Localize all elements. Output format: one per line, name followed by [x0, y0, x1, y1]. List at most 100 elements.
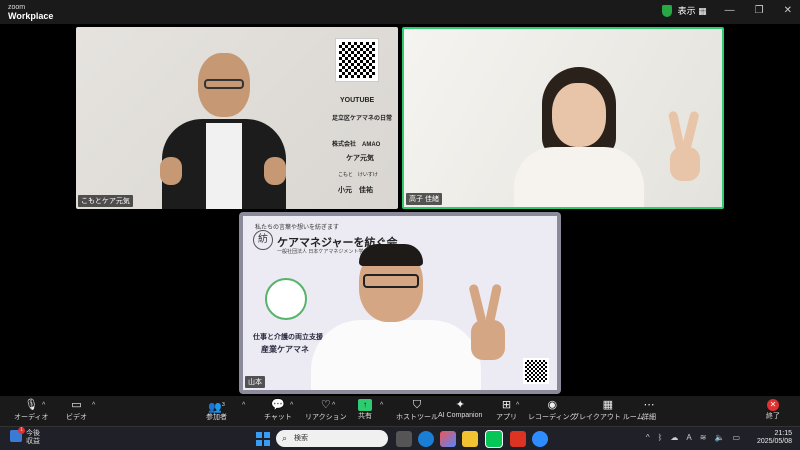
- shield-icon: ⛉: [412, 399, 422, 411]
- share-options-caret[interactable]: ^: [380, 402, 383, 409]
- close-icon[interactable]: ✕: [784, 5, 792, 16]
- widgets-badge: 1: [18, 427, 25, 434]
- zoom-logo: zoom Workplace: [8, 3, 53, 21]
- audio-label: オーディオ: [14, 414, 49, 421]
- taskbar-search[interactable]: ⌕ 検索: [276, 430, 388, 447]
- minimize-icon[interactable]: —: [725, 5, 735, 16]
- widgets-line-2: 収益: [26, 438, 40, 445]
- more-label: 詳細: [642, 414, 656, 421]
- breakout-label: ブレイクアウト ルーム: [572, 414, 644, 421]
- search-icon: ⌕: [282, 433, 288, 443]
- bluetooth-icon[interactable]: ᛒ: [658, 433, 663, 442]
- tray-overflow-icon[interactable]: ^: [646, 433, 650, 442]
- battery-icon[interactable]: ▭: [732, 433, 740, 442]
- chat-button[interactable]: 💬 チャット: [264, 398, 292, 422]
- record-icon: ◉: [547, 399, 558, 411]
- zoom-app-icon[interactable]: [532, 431, 548, 447]
- copilot-icon[interactable]: [440, 431, 456, 447]
- reactions-button[interactable]: ♡ リアクション: [305, 398, 347, 422]
- share-button[interactable]: ↑ 共有: [358, 398, 372, 421]
- host-tools-button[interactable]: ⛉ ホストツール: [396, 398, 438, 422]
- participants-options-caret[interactable]: ^: [242, 402, 245, 409]
- widgets-button[interactable]: 1 今後 収益: [10, 427, 40, 446]
- end-label: 終了: [766, 413, 780, 420]
- apps-label: アプリ: [496, 414, 517, 421]
- participants-count: 3: [221, 402, 225, 408]
- view-button[interactable]: 表示 ▦: [678, 4, 707, 17]
- grid-icon: ▦: [698, 6, 707, 16]
- onedrive-icon[interactable]: ☁: [670, 433, 678, 442]
- line-icon[interactable]: [485, 430, 503, 448]
- chat-label: チャット: [264, 414, 292, 421]
- participants-icon: 👥3: [208, 401, 225, 414]
- record-button[interactable]: ◉ レコーディング: [528, 398, 577, 422]
- title-bar: zoom Workplace 表示 ▦ — ❐ ✕: [0, 0, 800, 24]
- clock-time: 21:15: [774, 430, 792, 437]
- participant-name-2: 高子 佳緒: [406, 193, 442, 205]
- meeting-toolbar: 🎙 オーディオ ^ ▭ ビデオ ^ 👥3 参加者 ^ 💬 チャット ^ ♡ リア…: [0, 396, 800, 426]
- record-label: レコーディング: [528, 414, 577, 421]
- channel-label: 足立区ケアマネの日常: [332, 116, 393, 122]
- video-tile-3[interactable]: 私たちの言葉や想いを紡ぎます 紡 ケアマネジャーを紡ぐ会 一般社団法人 日本ケア…: [239, 212, 561, 394]
- apps-icon: ⊞: [501, 399, 512, 411]
- chat-icon: 💬: [271, 399, 285, 411]
- ai-companion-button[interactable]: ✦ AI Companion: [438, 398, 482, 419]
- search-placeholder: 検索: [294, 435, 308, 442]
- participant-name-3: 山本: [245, 376, 265, 388]
- video-tile-1[interactable]: YOUTUBE 足立区ケアマネの日常 株式会社 AMAO ケア元気 こもと けい…: [76, 27, 398, 209]
- maximize-icon[interactable]: ❐: [755, 5, 764, 16]
- end-meeting-button[interactable]: ✕ 終了: [766, 398, 780, 421]
- widgets-icon: 1: [10, 427, 25, 442]
- logo-bottom-text: Workplace: [8, 11, 54, 21]
- audio-options-caret[interactable]: ^: [42, 402, 45, 409]
- windows-taskbar: 1 今後 収益 ⌕ 検索 ^ ᛒ ☁ A ≋ 🔈 ▭ 21:15 2025/05…: [0, 426, 800, 450]
- kana-label: こもと けいすけ: [338, 172, 378, 178]
- volume-icon[interactable]: 🔈: [714, 433, 724, 442]
- breakout-icon: ▦: [602, 399, 613, 411]
- share-label: 共有: [358, 413, 372, 420]
- heart-icon: ♡: [320, 399, 331, 411]
- more-button[interactable]: ⋯ 詳細: [642, 398, 656, 422]
- security-shield-icon[interactable]: [661, 4, 672, 17]
- file-explorer-icon[interactable]: [462, 431, 478, 447]
- clock[interactable]: 21:15 2025/05/08: [757, 430, 792, 446]
- sparkle-icon: ✦: [455, 399, 465, 411]
- apps-options-caret[interactable]: ^: [516, 402, 519, 409]
- qr-code-icon: [335, 38, 379, 82]
- microphone-icon: 🎙: [24, 399, 39, 411]
- video-tile-2-active-speaker[interactable]: 高子 佳緒: [402, 27, 724, 209]
- share-icon: ↑: [358, 399, 372, 411]
- edge-icon[interactable]: [418, 431, 434, 447]
- wifi-icon[interactable]: ≋: [700, 433, 707, 442]
- start-button-icon[interactable]: [256, 432, 270, 446]
- participant-video-1: [160, 53, 286, 209]
- ime-indicator[interactable]: A: [686, 433, 691, 442]
- clock-date: 2025/05/08: [756, 438, 792, 445]
- apps-button[interactable]: ⊞ アプリ: [496, 398, 517, 422]
- end-icon: ✕: [767, 399, 779, 411]
- certification-badge-icon: [265, 278, 307, 320]
- acrobat-icon[interactable]: [510, 431, 526, 447]
- video-label: ビデオ: [66, 414, 87, 421]
- breakout-rooms-button[interactable]: ▦ ブレイクアウト ルーム: [572, 398, 644, 422]
- view-label: 表示: [677, 6, 696, 16]
- brand-label: ケア元気: [346, 155, 374, 162]
- slide-line-2: 産業ケアマネ: [261, 345, 309, 354]
- slide-tagline: 私たちの言葉や想いを紡ぎます: [255, 225, 340, 231]
- system-tray: ^ ᛒ ☁ A ≋ 🔈 ▭: [646, 433, 740, 442]
- video-options-caret[interactable]: ^: [92, 402, 95, 409]
- video-button[interactable]: ▭ ビデオ: [66, 398, 87, 422]
- chat-options-caret[interactable]: ^: [290, 402, 293, 409]
- more-icon: ⋯: [643, 399, 655, 411]
- company-label: 株式会社 AMAO: [332, 142, 381, 148]
- reactions-options-caret[interactable]: ^: [332, 402, 335, 409]
- participants-label: 参加者: [206, 414, 227, 421]
- participants-button[interactable]: 👥3 参加者: [206, 398, 227, 422]
- video-gallery: YOUTUBE 足立区ケアマネの日常 株式会社 AMAO ケア元気 こもと けい…: [0, 24, 800, 396]
- person-label: 小元 佳祐: [338, 187, 373, 194]
- slide-line-1: 仕事と介護の両立支援: [253, 334, 323, 341]
- task-view-icon[interactable]: [396, 431, 412, 447]
- participant-name-1: こもとケア元気: [78, 195, 133, 207]
- youtube-label: YOUTUBE: [340, 97, 375, 104]
- widgets-line-1: 今後: [26, 430, 40, 437]
